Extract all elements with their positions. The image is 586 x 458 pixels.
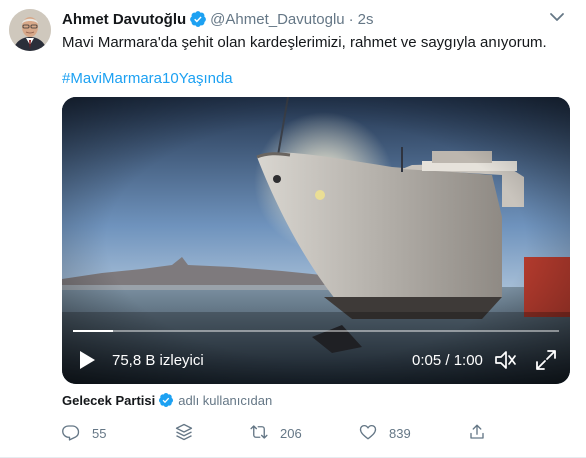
video-timecode: 0:05 / 1:00 [412, 352, 483, 369]
share-icon [468, 423, 486, 444]
reply-icon [62, 423, 80, 444]
attribution-suffix: adlı kullanıcıdan [178, 392, 273, 408]
reply-button[interactable]: 55 [62, 422, 106, 444]
chevron-down-icon[interactable] [548, 10, 566, 24]
reply-count: 55 [92, 425, 107, 441]
hashtag-link[interactable]: #MaviMarmara10Yaşında [62, 69, 233, 89]
view-count: 75,8 B izleyici [112, 352, 204, 369]
separator-dot: · [348, 10, 354, 28]
verified-badge-icon [189, 10, 207, 28]
attribution-name[interactable]: Gelecek Partisi [62, 393, 155, 408]
like-icon [359, 423, 377, 444]
fullscreen-icon[interactable] [535, 349, 557, 371]
stack-icon [175, 423, 193, 444]
avatar-image [9, 9, 51, 51]
like-count: 839 [389, 425, 411, 441]
video-player[interactable]: 75,8 B izleyici 0:05 / 1:00 [62, 97, 570, 384]
author-name[interactable]: Ahmet Davutoğlu [62, 11, 186, 28]
tweet[interactable]: Ahmet Davutoğlu @Ahmet_Davutoglu · 2s Ma… [0, 0, 586, 458]
video-progress-fill [73, 330, 114, 332]
tweet-timestamp[interactable]: 2s [358, 11, 374, 28]
stack-button[interactable] [175, 422, 193, 444]
tweet-actions: 55 206 839 [62, 422, 572, 444]
like-button[interactable]: 839 [359, 422, 411, 444]
tweet-text: Mavi Marmara'da şehit olan kardeşlerimiz… [62, 34, 547, 51]
share-button[interactable] [468, 422, 486, 444]
video-progress-bar[interactable] [73, 330, 559, 332]
video-attribution: Gelecek Partisi adlı kullanıcıdan [62, 391, 272, 409]
volume-icon[interactable] [494, 349, 518, 371]
avatar[interactable] [9, 9, 51, 51]
tweet-header: Ahmet Davutoğlu @Ahmet_Davutoglu · 2s [62, 9, 373, 29]
video-frame [62, 97, 570, 384]
retweet-count: 206 [280, 425, 302, 441]
verified-badge-icon [158, 392, 174, 408]
retweet-button[interactable]: 206 [250, 422, 302, 444]
author-handle[interactable]: @Ahmet_Davutoglu [210, 11, 344, 28]
retweet-icon [250, 423, 268, 444]
play-icon[interactable] [76, 349, 98, 371]
